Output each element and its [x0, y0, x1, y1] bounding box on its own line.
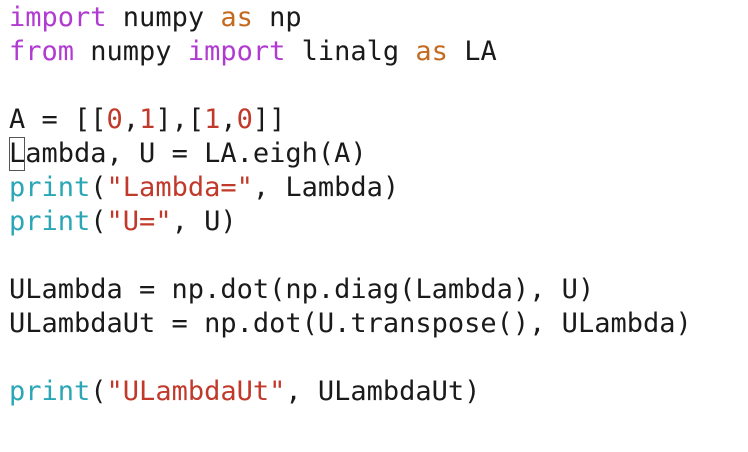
text-cursor-char: L [9, 137, 26, 171]
code-token-plain: ( [90, 172, 107, 203]
code-token-plain: ( [90, 206, 107, 237]
code-token-plain: ],[ [155, 104, 205, 135]
code-line[interactable]: A = [[0,1],[1,0]] [9, 103, 748, 137]
code-token-plain: , [220, 104, 237, 135]
code-line[interactable]: Lambda, U = LA.eigh(A) [9, 137, 748, 171]
code-line[interactable]: ULambdaUt = np.dot(U.transpose(), ULambd… [9, 307, 748, 341]
code-token-plain: LA [447, 36, 497, 67]
code-token-plain: , [122, 104, 140, 135]
code-token-str: "Lambda=" [106, 172, 253, 203]
code-token-kw: from [9, 36, 75, 67]
code-line[interactable]: from numpy import linalg as LA [9, 35, 748, 69]
code-line[interactable]: print("ULambdaUt", ULambdaUt) [9, 375, 748, 409]
code-token-plain: ]] [252, 104, 286, 135]
code-token-plain: numpy [106, 2, 221, 33]
code-token-num: 1 [204, 104, 221, 135]
code-line[interactable]: import numpy as np [9, 1, 748, 35]
code-token-num: 0 [106, 104, 123, 135]
code-token-kw: import [187, 36, 286, 67]
code-token-num: 1 [139, 104, 156, 135]
code-token-plain: ULambda = np.dot(np.diag(Lambda), U) [9, 274, 595, 305]
code-token-fn: print [9, 376, 91, 407]
code-token-fn: print [9, 206, 91, 237]
code-editor[interactable]: import numpy as np from numpy import lina… [0, 0, 748, 452]
code-token-plain: , U) [171, 206, 237, 237]
code-line[interactable]: print("Lambda=", Lambda) [9, 171, 748, 205]
code-token-plain: linalg [285, 36, 416, 67]
code-token-fn: print [9, 172, 91, 203]
code-token-as: as [220, 2, 253, 33]
code-token-plain: np [252, 2, 302, 33]
code-line-empty[interactable] [9, 341, 748, 375]
code-line[interactable]: ULambda = np.dot(np.diag(Lambda), U) [9, 273, 748, 307]
code-line-empty[interactable] [9, 69, 748, 103]
code-token-plain: numpy [74, 36, 188, 67]
code-token-num: 0 [236, 104, 253, 135]
code-token-str: "U=" [106, 206, 172, 237]
code-token-kw: import [9, 2, 107, 33]
code-token-plain: ( [90, 376, 107, 407]
code-line-empty[interactable] [9, 239, 748, 273]
code-token-plain: , ULambdaUt) [285, 376, 481, 407]
code-token-plain: A = [[ [9, 104, 107, 135]
code-token-plain: ULambdaUt = np.dot(U.transpose(), ULambd… [9, 308, 692, 339]
code-line[interactable]: print("U=", U) [9, 205, 748, 239]
code-token-str: "ULambdaUt" [106, 376, 286, 407]
code-token-as: as [415, 36, 448, 67]
code-token-plain: , Lambda) [252, 172, 400, 203]
code-token-plain: ambda, U = LA.eigh(A) [25, 138, 367, 169]
